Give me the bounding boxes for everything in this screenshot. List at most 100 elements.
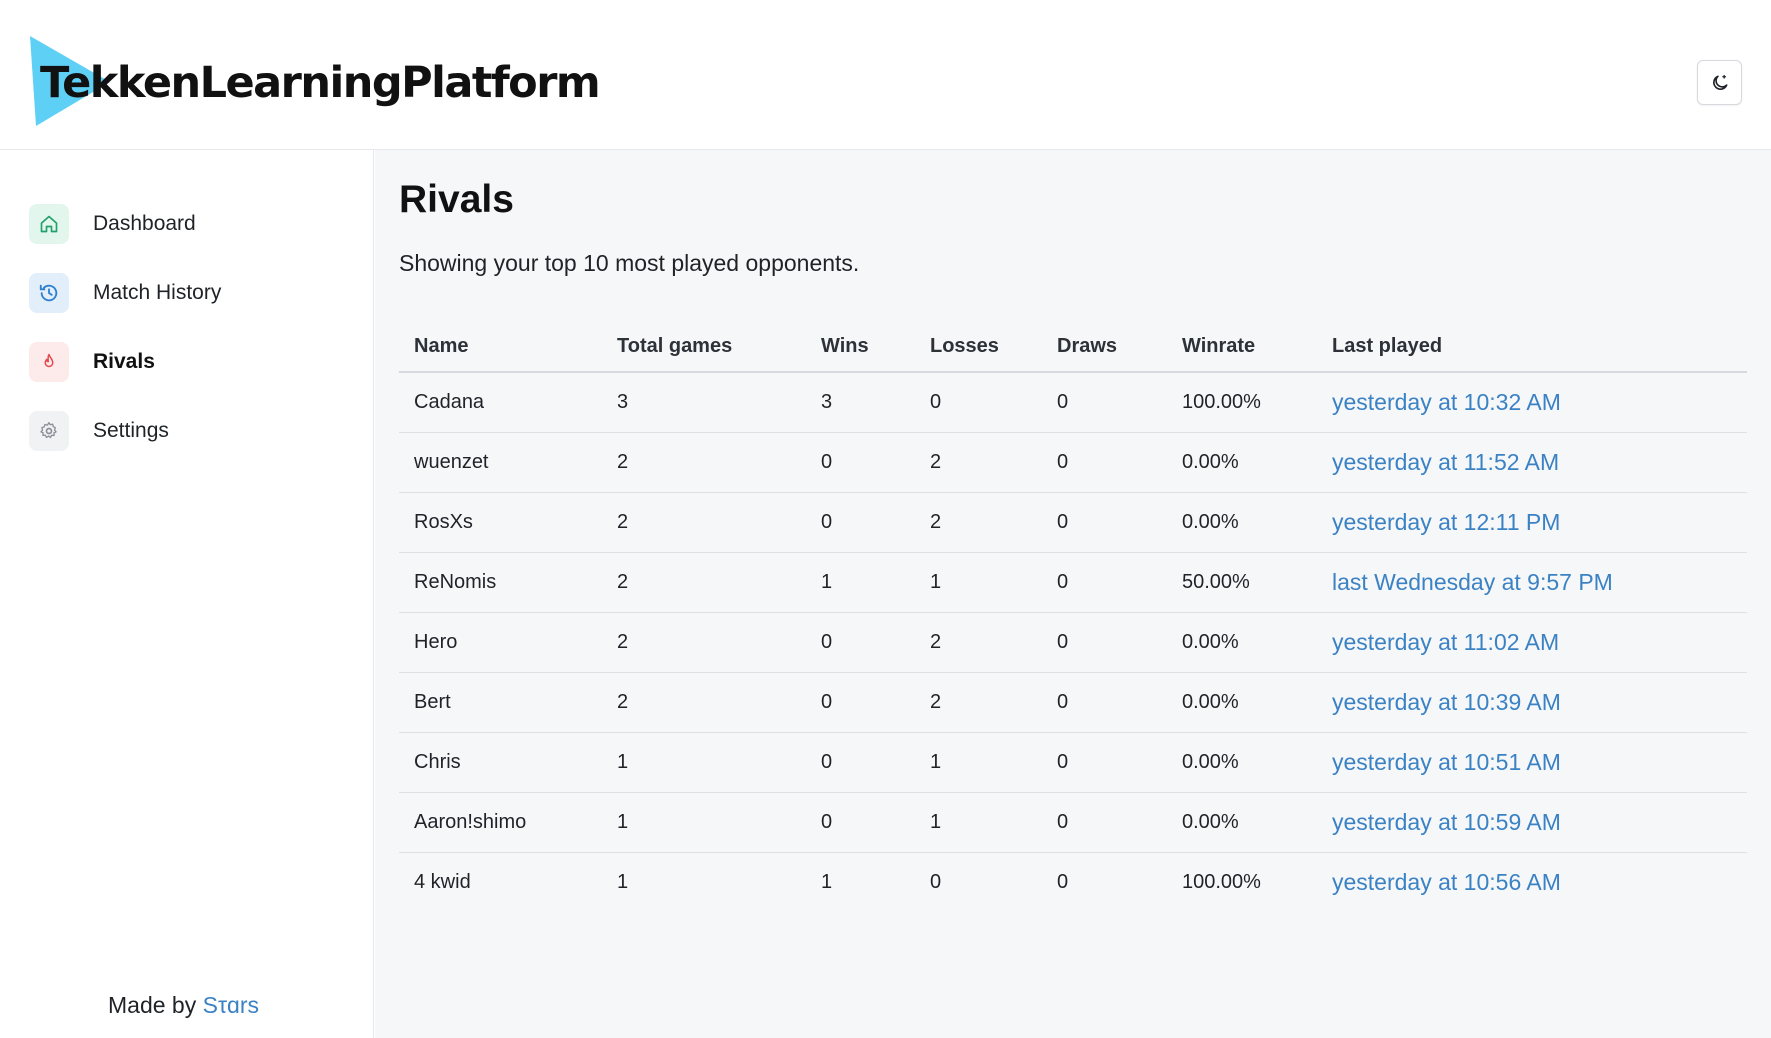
- sidebar-item-settings[interactable]: Settings: [29, 411, 349, 451]
- sidebar-item-label: Rivals: [93, 350, 155, 373]
- last-played-link[interactable]: yesterday at 10:56 AM: [1332, 869, 1561, 895]
- draws-cell: 0: [1042, 552, 1167, 613]
- draws-cell: 0: [1042, 372, 1167, 433]
- sidebar: Dashboard Match History Rivals Settings: [0, 150, 374, 1038]
- draws-cell: 0: [1042, 612, 1167, 673]
- table-row: wuenzet 2 0 2 0 0.00% yesterday at 11:52 AM: [399, 432, 1747, 493]
- wins-cell: 3: [806, 372, 915, 433]
- history-icon: [29, 273, 69, 313]
- winrate-cell: 100.00%: [1167, 372, 1317, 433]
- sidebar-item-rivals[interactable]: Rivals: [29, 342, 349, 382]
- table-row: Hero 2 0 2 0 0.00% yesterday at 11:02 AM: [399, 612, 1747, 673]
- last-played-cell: last Wednesday at 9:57 PM: [1317, 552, 1747, 613]
- last-played-link[interactable]: yesterday at 11:02 AM: [1332, 629, 1559, 655]
- last-played-link[interactable]: yesterday at 11:52 AM: [1332, 449, 1559, 475]
- last-played-link[interactable]: yesterday at 10:32 AM: [1332, 389, 1561, 415]
- last-played-cell: yesterday at 10:32 AM: [1317, 372, 1747, 433]
- wins-cell: 0: [806, 732, 915, 793]
- last-played-link[interactable]: yesterday at 12:11 PM: [1332, 509, 1560, 535]
- wins-cell: 1: [806, 552, 915, 613]
- table-row: RosXs 2 0 2 0 0.00% yesterday at 12:11 PM: [399, 492, 1747, 553]
- wins-cell: 0: [806, 792, 915, 853]
- home-icon: [29, 204, 69, 244]
- last-played-cell: yesterday at 11:02 AM: [1317, 612, 1747, 673]
- app-title: TekkenLearningPlatform: [40, 58, 601, 108]
- footer-credit: Made by Sτɑrs: [108, 992, 259, 1019]
- last-played-link[interactable]: yesterday at 10:51 AM: [1332, 749, 1561, 775]
- last-played-cell: yesterday at 10:59 AM: [1317, 792, 1747, 853]
- losses-cell: 2: [915, 432, 1042, 493]
- gear-icon: [29, 411, 69, 451]
- draws-cell: 0: [1042, 672, 1167, 733]
- losses-cell: 1: [915, 792, 1042, 853]
- total-games-cell: 1: [617, 870, 629, 893]
- last-played-cell: yesterday at 10:56 AM: [1317, 852, 1747, 912]
- draws-cell: 0: [1042, 732, 1167, 793]
- column-header-total-games[interactable]: Total games: [602, 322, 806, 373]
- winrate-cell: 100.00%: [1182, 870, 1261, 893]
- winrate-cell: 0.00%: [1167, 672, 1317, 733]
- sidebar-item-label: Settings: [93, 419, 169, 442]
- theme-toggle-button[interactable]: [1697, 60, 1742, 105]
- losses-cell: 2: [915, 672, 1042, 733]
- page-title: Rivals: [399, 178, 514, 221]
- sidebar-item-dashboard[interactable]: Dashboard: [29, 204, 349, 244]
- app-logo[interactable]: TekkenLearningPlatform: [30, 36, 601, 126]
- flame-icon: [29, 342, 69, 382]
- winrate-cell: 0.00%: [1167, 732, 1317, 793]
- winrate-cell: 0.00%: [1167, 492, 1317, 553]
- column-header-last-played[interactable]: Last played: [1317, 322, 1747, 373]
- sidebar-item-match-history[interactable]: Match History: [29, 273, 349, 313]
- losses-cell: 1: [915, 732, 1042, 793]
- total-games-cell: 3: [602, 372, 806, 433]
- table-row: ReNomis 2 1 1 0 50.00% last Wednesday at 9:57 …: [399, 552, 1747, 613]
- wins-cell: 0: [806, 492, 915, 553]
- last-played-cell: yesterday at 10:39 AM: [1317, 672, 1747, 733]
- sidebar-item-label: Match History: [93, 281, 222, 304]
- page-subtitle: Showing your top 10 most played opponent…: [399, 250, 860, 276]
- losses-cell: 0: [915, 372, 1042, 433]
- sidebar-item-label: Dashboard: [93, 212, 196, 235]
- total-games-cell: 1: [602, 732, 806, 793]
- author-link[interactable]: Sτɑrs: [203, 992, 259, 1018]
- table-header-row: Name Total games Wins Losses Draws Winra…: [399, 322, 1747, 373]
- total-games-cell: 2: [602, 432, 806, 493]
- wins-cell: 0: [806, 672, 915, 733]
- rival-name-cell: Chris: [399, 732, 602, 793]
- losses-cell: 0: [930, 870, 942, 893]
- total-games-cell: 2: [602, 672, 806, 733]
- total-games-cell: 2: [602, 492, 806, 553]
- draws-cell: 0: [1042, 432, 1167, 493]
- last-played-cell: yesterday at 10:51 AM: [1317, 732, 1747, 793]
- draws-cell: 0: [1057, 870, 1069, 893]
- rivals-table: Name Total games Wins Losses Draws Winra…: [399, 322, 1747, 912]
- footer-prefix: Made by: [108, 992, 197, 1018]
- last-played-link[interactable]: yesterday at 10:59 AM: [1332, 809, 1561, 835]
- rival-name-cell: Cadana: [399, 372, 602, 433]
- wins-cell: 0: [806, 612, 915, 673]
- table-row: Aaron!shimo 1 0 1 0 0.00% yesterday at 10:59 A…: [399, 792, 1747, 853]
- rival-name-cell: Bert: [399, 672, 602, 733]
- rival-name-cell: RosXs: [399, 492, 602, 553]
- draws-cell: 0: [1042, 792, 1167, 853]
- losses-cell: 2: [915, 492, 1042, 553]
- moon-icon: [1712, 74, 1727, 90]
- table-row: Cadana 3 3 0 0 100.00% yesterday at 10:32 AM: [399, 372, 1747, 433]
- column-header-name[interactable]: Name: [399, 322, 602, 373]
- table-row: Bert 2 0 2 0 0.00% yesterday at 10:39 AM: [399, 672, 1747, 733]
- draws-cell: 0: [1042, 492, 1167, 553]
- wins-cell: 0: [806, 432, 915, 493]
- total-games-cell: 2: [602, 552, 806, 613]
- app-header: TekkenLearningPlatform: [0, 0, 1771, 150]
- total-games-cell: 2: [602, 612, 806, 673]
- rival-name-cell: 4 kwid: [414, 870, 471, 893]
- column-header-wins[interactable]: Wins: [806, 322, 915, 373]
- losses-cell: 2: [915, 612, 1042, 673]
- rival-name-cell: Aaron!shimo: [399, 792, 602, 853]
- column-header-winrate[interactable]: Winrate: [1167, 322, 1317, 373]
- last-played-link[interactable]: yesterday at 10:39 AM: [1332, 689, 1561, 715]
- last-played-link[interactable]: last Wednesday at 9:57 PM: [1332, 569, 1613, 595]
- column-header-draws[interactable]: Draws: [1042, 322, 1167, 373]
- column-header-losses[interactable]: Losses: [915, 322, 1042, 373]
- winrate-cell: 0.00%: [1167, 612, 1317, 673]
